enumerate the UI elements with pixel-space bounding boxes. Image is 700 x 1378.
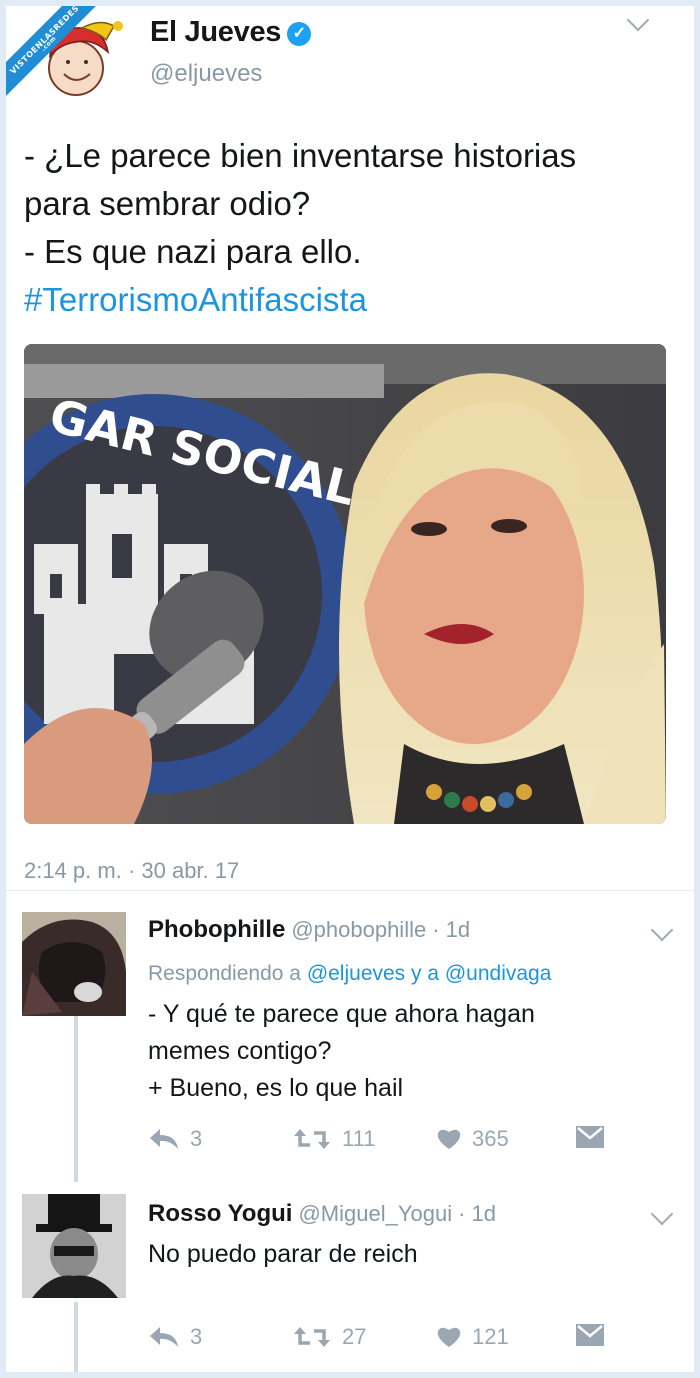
- replying-to: Respondiendo a @eljueves y a @undivaga: [148, 962, 551, 986]
- retweet-icon: [294, 1129, 330, 1149]
- verified-badge-icon: ✓: [287, 22, 312, 46]
- tweet-line: - Es que nazi para ello.: [24, 233, 362, 270]
- reply-text: No puedo parar de reich: [148, 1236, 668, 1273]
- reply-tweet[interactable]: Rosso Yogui @Miguel_Yogui · 1d No puedo pa…: [6, 1190, 694, 1372]
- reply-time[interactable]: · 1d: [432, 917, 470, 942]
- reply-line: No puedo parar de reich: [148, 1240, 418, 1268]
- tweet-line: para sembrar odio?: [24, 185, 311, 222]
- reply-author-handle[interactable]: @Miguel_Yogui: [298, 1201, 452, 1226]
- reply-line: memes contigo?: [148, 1037, 332, 1065]
- retweet-action[interactable]: 27: [292, 1324, 366, 1350]
- reply-count: 3: [190, 1126, 203, 1151]
- replying-mentions[interactable]: @eljueves y a @undivaga: [307, 962, 552, 985]
- reply-avatar[interactable]: [22, 1194, 126, 1298]
- retweet-icon: [294, 1327, 330, 1347]
- tweet-text: - ¿Le parece bien inventarse historias p…: [24, 132, 684, 324]
- tweet-photo[interactable]: GAR SOCIAL: [24, 344, 666, 824]
- chevron-down-icon[interactable]: [650, 918, 674, 942]
- direct-message-action[interactable]: [576, 1126, 614, 1148]
- chevron-down-icon[interactable]: [650, 1202, 674, 1226]
- like-action[interactable]: 121: [436, 1324, 509, 1350]
- reply-action[interactable]: 3: [148, 1126, 202, 1152]
- thread-connector: [74, 1016, 78, 1182]
- author-name[interactable]: El Jueves ✓: [150, 16, 312, 49]
- author-handle[interactable]: @eljueves: [150, 60, 262, 88]
- reply-avatar[interactable]: [22, 912, 126, 1016]
- reply-author-name[interactable]: Rosso Yogui: [148, 1200, 292, 1227]
- direct-message-icon: [576, 1324, 604, 1346]
- like-count: 121: [472, 1324, 509, 1349]
- reply-actions: 3 27 121: [148, 1324, 618, 1354]
- hashtag-link[interactable]: #TerrorismoAntifascista: [24, 276, 684, 324]
- tweet-screenshot: VISTOENLASREDES .com El Jueves ✓ @eljueve…: [6, 6, 694, 1372]
- thread-connector: [74, 1302, 78, 1372]
- divider: [6, 890, 694, 891]
- like-action[interactable]: 365: [436, 1126, 509, 1152]
- tweet-line: - ¿Le parece bien inventarse historias: [24, 137, 577, 174]
- retweet-count: 111: [342, 1126, 376, 1151]
- reply-time[interactable]: · 1d: [458, 1201, 496, 1226]
- direct-message-icon: [576, 1126, 604, 1148]
- reply-line: - Y qué te parece que ahora hagan: [148, 1000, 535, 1028]
- reply-icon: [150, 1129, 178, 1149]
- reply-tweet[interactable]: Phobophille @phobophille · 1d Respondiendo…: [6, 906, 694, 1186]
- reply-action[interactable]: 3: [148, 1324, 202, 1350]
- chevron-down-icon[interactable]: [626, 8, 650, 32]
- reply-author-handle[interactable]: @phobophille: [291, 917, 426, 942]
- direct-message-action[interactable]: [576, 1324, 614, 1346]
- reply-author-name[interactable]: Phobophille: [148, 916, 285, 943]
- reply-line: + Bueno, es lo que hail: [148, 1074, 404, 1102]
- like-count: 365: [472, 1126, 509, 1151]
- retweet-count: 27: [342, 1324, 367, 1349]
- replying-prefix: Respondiendo a: [148, 962, 301, 985]
- reply-author[interactable]: Phobophille @phobophille · 1d: [148, 916, 470, 944]
- reply-author[interactable]: Rosso Yogui @Miguel_Yogui · 1d: [148, 1200, 496, 1228]
- reply-icon: [150, 1327, 178, 1347]
- heart-icon: [437, 1129, 461, 1149]
- reply-text: - Y qué te parece que ahora hagan memes …: [148, 996, 668, 1107]
- reply-count: 3: [190, 1324, 203, 1349]
- heart-icon: [437, 1327, 461, 1347]
- tweet-timestamp[interactable]: 2:14 p. m. · 30 abr. 17: [24, 858, 239, 884]
- reply-actions: 3 111 365: [148, 1126, 618, 1156]
- author-name-text[interactable]: El Jueves: [150, 16, 281, 48]
- retweet-action[interactable]: 111: [292, 1126, 375, 1152]
